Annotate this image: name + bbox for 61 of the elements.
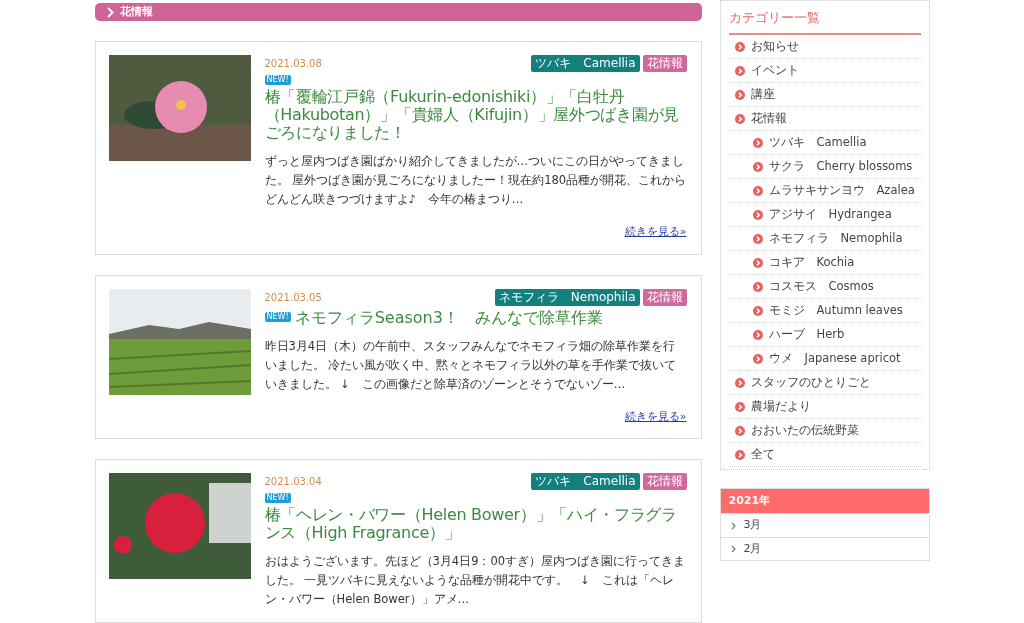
category-link[interactable]: 農場だより [750, 398, 811, 414]
category-link[interactable]: おおいたの伝統野菜 [750, 422, 859, 438]
chevron-circle-icon [734, 89, 745, 100]
category-link[interactable]: 講座 [750, 86, 775, 102]
post-title[interactable]: 椿「覆輪江戸錦（Fukurin-edonishiki）」「白牡丹（Hakubotan）」「貴婦人（Kifujin）」屋外つばき園が見ごろになりました！ [264, 88, 687, 142]
chevron-circle-icon [752, 161, 763, 172]
category-link[interactable]: コキア Kochia [768, 254, 855, 270]
chevron-right-icon [106, 6, 114, 18]
category-link[interactable]: お知らせ [750, 38, 799, 54]
read-more-link[interactable]: 続きを見る» [624, 408, 687, 425]
category-link[interactable]: モミジ Autumn leaves [768, 302, 903, 318]
category-link[interactable]: コスモス Cosmos [768, 278, 874, 294]
chevron-circle-icon [752, 137, 763, 148]
category-link[interactable]: ウメ Japanese apricot [768, 350, 901, 366]
post-title[interactable]: ネモフィラSeason3！ みんなで除草作業 [294, 307, 603, 327]
chevron-circle-icon [734, 41, 745, 52]
chevron-circle-icon [752, 185, 763, 196]
new-badge: NEW! [264, 75, 291, 85]
post-excerpt: おはようございます。先ほど（3月4日9：00すぎ）屋内つばき園に行ってきました。 一見ツバキに見えないような品種が開花中です。 ↓ これは「ヘレン・バワー（Helen Bower）」アメ… [264, 553, 687, 608]
chevron-right-icon [730, 521, 736, 530]
category-heading: カテゴリー一覧 [728, 1, 921, 35]
archive-link[interactable]: 2月 [720, 536, 929, 561]
category-link[interactable]: ツバキ Camellia [768, 134, 867, 150]
section-title: 花情報 [119, 3, 153, 20]
chevron-circle-icon [752, 233, 763, 244]
chevron-right-icon [730, 545, 736, 553]
archive-link[interactable]: 3月 [720, 513, 929, 537]
category-tag[interactable]: ネモフィラ Nemophila [494, 288, 640, 306]
category-link[interactable]: スタッフのひとりごと [750, 374, 871, 390]
category-link[interactable]: サクラ Cherry blossoms [768, 158, 913, 174]
chevron-circle-icon [752, 305, 763, 316]
chevron-circle-icon [752, 257, 763, 268]
category-link[interactable]: イベント [750, 62, 799, 78]
category-link[interactable]: ムラサキサンヨウ Azalea [768, 182, 915, 198]
chevron-circle-icon [734, 113, 745, 124]
post-excerpt: ずっと屋内つばき園ばかり紹介してきましたが…ついにこの日がやってきました。 屋外つばき園が見ごろになりましたー！現在約180品種が開花、これからどんどん咲きつづけますよ♪ 今年の椿まつり… [264, 153, 687, 208]
category-tag[interactable]: ツバキ Camellia [531, 473, 640, 490]
archive-heading: 2021年 [720, 488, 929, 514]
new-badge: NEW! [264, 493, 291, 503]
post-date: 2021.03.04 [264, 475, 322, 489]
chevron-circle-icon [734, 425, 745, 436]
chevron-circle-icon [752, 329, 763, 340]
category-link[interactable]: 全て [750, 446, 775, 462]
chevron-circle-icon [734, 377, 745, 388]
post-title[interactable]: 椿「ヘレン・バワー（Helen Bower）」「ハイ・フラグランス（High Fragrance）」 [264, 506, 687, 542]
chevron-circle-icon [734, 401, 745, 412]
category-tag[interactable]: ツバキ Camellia [531, 55, 640, 72]
category-link[interactable]: 花情報 [750, 110, 787, 126]
chevron-circle-icon [734, 65, 745, 76]
category-link[interactable]: ハーブ Herb [768, 326, 845, 342]
post-date: 2021.03.08 [264, 57, 322, 71]
category-link[interactable]: ネモフィラ Nemophila [768, 230, 903, 246]
new-badge: NEW! [264, 312, 291, 322]
category-link[interactable]: アジサイ Hydrangea [768, 206, 892, 222]
chevron-circle-icon [752, 209, 763, 220]
post-date: 2021.03.05 [264, 290, 322, 305]
post-excerpt: 昨日3月4日（木）の午前中、スタッフみんなでネモフィラ畑の除草作業を行いました。 冷たい風が吹く中、黙々とネモフィラ以外の草を手作業で抜いていきました。 ↓ この画像だと除草済のゾーンとそうでないゾー… [264, 337, 678, 393]
read-more-link[interactable]: 続きを見る» [624, 224, 687, 241]
chevron-circle-icon [752, 281, 763, 292]
chevron-circle-icon [752, 353, 763, 364]
chevron-circle-icon [734, 449, 745, 460]
